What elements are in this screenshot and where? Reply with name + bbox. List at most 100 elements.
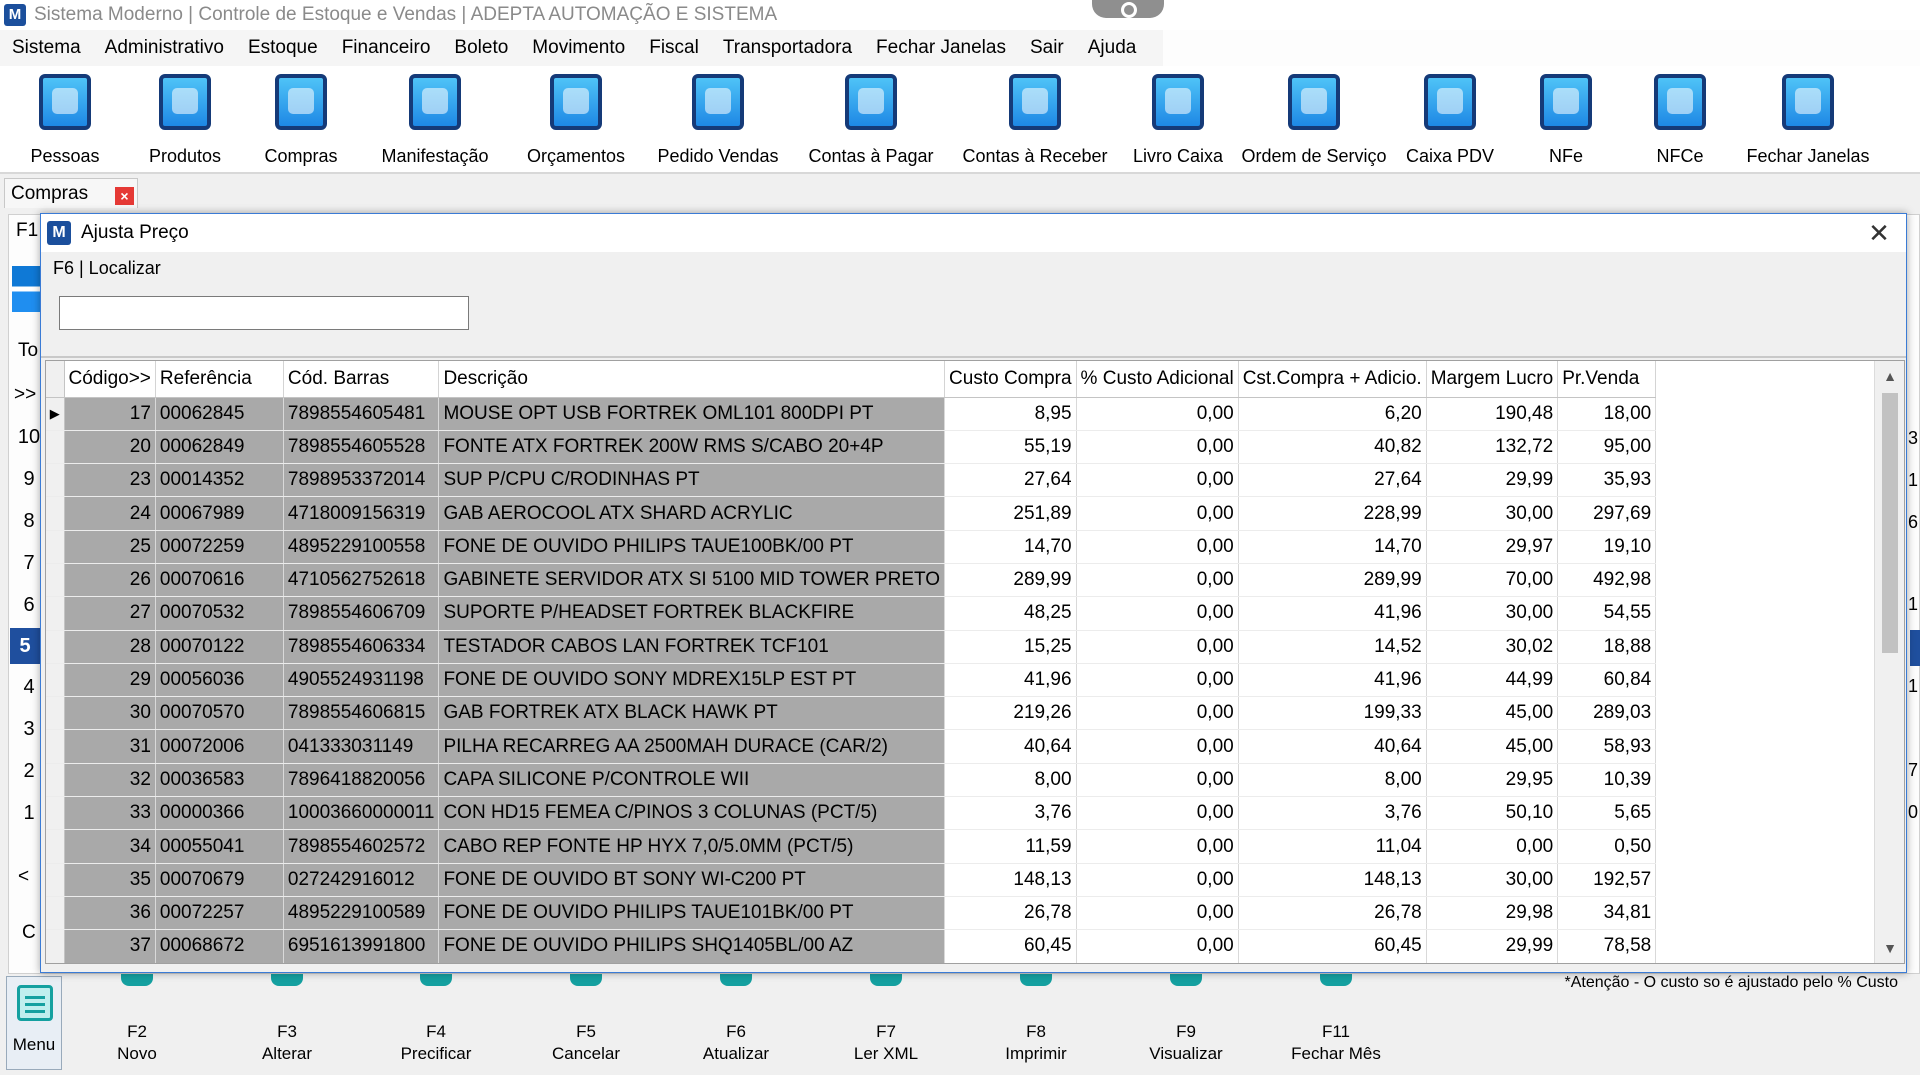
cell-codigo[interactable]: 20 bbox=[64, 430, 156, 465]
cell-descricao[interactable]: FONE DE OUVIDO SONY MDREX15LP EST PT bbox=[438, 663, 946, 698]
cell-cod-barras[interactable]: 7898554602572 bbox=[283, 829, 440, 864]
table-row[interactable]: 24 00067989 4718009156319 GAB AEROCOOL ATX … bbox=[46, 496, 1657, 531]
cell-custo-compra[interactable]: 41,96 bbox=[944, 663, 1077, 698]
toolbar-fechar-janelas-button[interactable]: Fechar Janelas bbox=[1740, 66, 1876, 172]
row-indicator[interactable] bbox=[46, 663, 65, 698]
toolbar-produtos-button[interactable]: Produtos bbox=[130, 66, 240, 172]
table-row[interactable]: 36 00072257 4895229100589 FONE DE OUVIDO PH… bbox=[46, 896, 1657, 931]
cell-referencia[interactable]: 00070679 bbox=[155, 863, 284, 897]
cell-pr-venda[interactable]: 19,10 bbox=[1557, 530, 1657, 564]
menu-boleto[interactable]: Boleto bbox=[442, 37, 520, 59]
cell-cod-barras[interactable]: 041333031149 bbox=[283, 729, 440, 764]
table-row[interactable]: 20 00062849 7898554605528 FONTE ATX FORTREK… bbox=[46, 430, 1657, 465]
cell-codigo[interactable]: 26 bbox=[64, 563, 156, 598]
toolbar-pessoas-button[interactable]: Pessoas bbox=[10, 66, 120, 172]
cell-codigo[interactable]: 29 bbox=[64, 663, 156, 698]
cell-cod-barras[interactable]: 7898554606815 bbox=[283, 696, 440, 731]
cell-custo-compra[interactable]: 3,76 bbox=[944, 796, 1077, 831]
toolbar-nfce-button[interactable]: NFCe bbox=[1634, 66, 1726, 172]
cell-custo-adicional[interactable]: 0,00 bbox=[1076, 696, 1239, 731]
cell-custo-compra[interactable]: 8,00 bbox=[944, 763, 1077, 798]
cell-pr-venda[interactable]: 34,81 bbox=[1557, 896, 1657, 931]
cell-referencia[interactable]: 00072006 bbox=[155, 729, 284, 764]
scrollbar-thumb[interactable] bbox=[1882, 393, 1898, 653]
cell-cst-compra-adicio[interactable]: 148,13 bbox=[1238, 863, 1427, 897]
cell-margem-lucro[interactable]: 29,97 bbox=[1426, 530, 1559, 564]
cell-descricao[interactable]: FONE DE OUVIDO BT SONY WI-C200 PT bbox=[438, 863, 946, 897]
menu-fechar-janelas[interactable]: Fechar Janelas bbox=[864, 37, 1018, 59]
menu-button[interactable]: Menu bbox=[6, 976, 62, 1070]
cell-pr-venda[interactable]: 78,58 bbox=[1557, 929, 1657, 963]
toolbar-manifestacao-button[interactable]: Manifestação bbox=[370, 66, 500, 172]
row-indicator[interactable] bbox=[46, 796, 65, 831]
cell-cst-compra-adicio[interactable]: 228,99 bbox=[1238, 496, 1427, 531]
bg-row-label-selected[interactable]: 5 bbox=[10, 628, 40, 664]
cell-referencia[interactable]: 00062849 bbox=[155, 430, 284, 465]
cell-referencia[interactable]: 00055041 bbox=[155, 829, 284, 864]
cell-margem-lucro[interactable]: 30,02 bbox=[1426, 630, 1559, 664]
cell-codigo[interactable]: 33 bbox=[64, 796, 156, 831]
table-row[interactable]: 30 00070570 7898554606815 GAB FORTREK ATX B… bbox=[46, 696, 1657, 731]
toolbar-caixa-pdv-button[interactable]: Caixa PDV bbox=[1400, 66, 1500, 172]
cell-cod-barras[interactable]: 4718009156319 bbox=[283, 496, 440, 531]
tab-compras[interactable]: Compras × bbox=[4, 178, 138, 208]
cell-referencia[interactable]: 00070616 bbox=[155, 563, 284, 598]
row-indicator[interactable] bbox=[46, 430, 65, 465]
cell-custo-compra[interactable]: 40,64 bbox=[944, 729, 1077, 764]
cell-custo-compra[interactable]: 8,95 bbox=[944, 397, 1077, 431]
cell-margem-lucro[interactable]: 29,95 bbox=[1426, 763, 1559, 798]
cell-descricao[interactable]: TESTADOR CABOS LAN FORTREK TCF101 bbox=[438, 630, 946, 664]
table-row[interactable]: 34 00055041 7898554602572 CABO REP FONTE HP… bbox=[46, 829, 1657, 864]
cell-cst-compra-adicio[interactable]: 60,45 bbox=[1238, 929, 1427, 963]
cell-margem-lucro[interactable]: 30,00 bbox=[1426, 496, 1559, 531]
column-header-custo-compra[interactable]: Custo Compra bbox=[944, 361, 1077, 398]
cell-codigo[interactable]: 34 bbox=[64, 829, 156, 864]
cell-pr-venda[interactable]: 0,50 bbox=[1557, 829, 1657, 864]
cell-pr-venda[interactable]: 18,88 bbox=[1557, 630, 1657, 664]
cell-referencia[interactable]: 00072259 bbox=[155, 530, 284, 564]
cell-descricao[interactable]: PILHA RECARREG AA 2500MAH DURACE (CAR/2) bbox=[438, 729, 946, 764]
cell-custo-compra[interactable]: 251,89 bbox=[944, 496, 1077, 531]
cell-descricao[interactable]: SUPORTE P/HEADSET FORTREK BLACKFIRE bbox=[438, 596, 946, 631]
cell-cst-compra-adicio[interactable]: 26,78 bbox=[1238, 896, 1427, 931]
cell-referencia[interactable]: 00062845 bbox=[155, 397, 284, 431]
column-header-referencia[interactable]: Referência bbox=[155, 361, 284, 398]
cell-margem-lucro[interactable]: 132,72 bbox=[1426, 430, 1559, 465]
cell-pr-venda[interactable]: 5,65 bbox=[1557, 796, 1657, 831]
dialog-title-bar[interactable]: M Ajusta Preço ✕ bbox=[41, 214, 1906, 252]
cell-custo-compra[interactable]: 219,26 bbox=[944, 696, 1077, 731]
cell-codigo[interactable]: 23 bbox=[64, 463, 156, 498]
cell-margem-lucro[interactable]: 29,99 bbox=[1426, 929, 1559, 963]
cell-cst-compra-adicio[interactable]: 40,64 bbox=[1238, 729, 1427, 764]
current-row-indicator-icon[interactable] bbox=[46, 397, 65, 431]
cell-descricao[interactable]: GAB AEROCOOL ATX SHARD ACRYLIC bbox=[438, 496, 946, 531]
cell-custo-compra[interactable]: 148,13 bbox=[944, 863, 1077, 897]
cell-codigo[interactable]: 30 bbox=[64, 696, 156, 731]
cell-cst-compra-adicio[interactable]: 289,99 bbox=[1238, 563, 1427, 598]
table-row[interactable]: 28 00070122 7898554606334 TESTADOR CABOS LA… bbox=[46, 630, 1657, 664]
search-input[interactable] bbox=[59, 296, 469, 330]
row-indicator[interactable] bbox=[46, 596, 65, 631]
cell-codigo[interactable]: 17 bbox=[64, 397, 156, 431]
toolbar-ordem-servico-button[interactable]: Ordem de Serviço bbox=[1236, 66, 1392, 172]
column-header-custo-adicional[interactable]: % Custo Adicional bbox=[1076, 361, 1239, 398]
row-indicator[interactable] bbox=[46, 863, 65, 897]
vertical-scrollbar[interactable]: ▲ ▼ bbox=[1874, 361, 1904, 963]
cell-codigo[interactable]: 35 bbox=[64, 863, 156, 897]
cell-cst-compra-adicio[interactable]: 199,33 bbox=[1238, 696, 1427, 731]
cell-custo-adicional[interactable]: 0,00 bbox=[1076, 663, 1239, 698]
column-header-codigo[interactable]: Código>> bbox=[64, 361, 156, 398]
cell-custo-compra[interactable]: 14,70 bbox=[944, 530, 1077, 564]
bg-scroll-left-icon[interactable]: < bbox=[18, 866, 29, 888]
toolbar-pedido-vendas-button[interactable]: Pedido Vendas bbox=[654, 66, 782, 172]
cell-pr-venda[interactable]: 10,39 bbox=[1557, 763, 1657, 798]
cell-cst-compra-adicio[interactable]: 41,96 bbox=[1238, 596, 1427, 631]
table-row[interactable]: 29 00056036 4905524931198 FONE DE OUVIDO SO… bbox=[46, 663, 1657, 698]
cell-margem-lucro[interactable]: 70,00 bbox=[1426, 563, 1559, 598]
cell-custo-adicional[interactable]: 0,00 bbox=[1076, 729, 1239, 764]
row-indicator[interactable] bbox=[46, 896, 65, 931]
cell-custo-compra[interactable]: 60,45 bbox=[944, 929, 1077, 963]
cell-custo-adicional[interactable]: 0,00 bbox=[1076, 596, 1239, 631]
cell-cod-barras[interactable]: 4895229100558 bbox=[283, 530, 440, 564]
toolbar-nfe-button[interactable]: NFe bbox=[1520, 66, 1612, 172]
